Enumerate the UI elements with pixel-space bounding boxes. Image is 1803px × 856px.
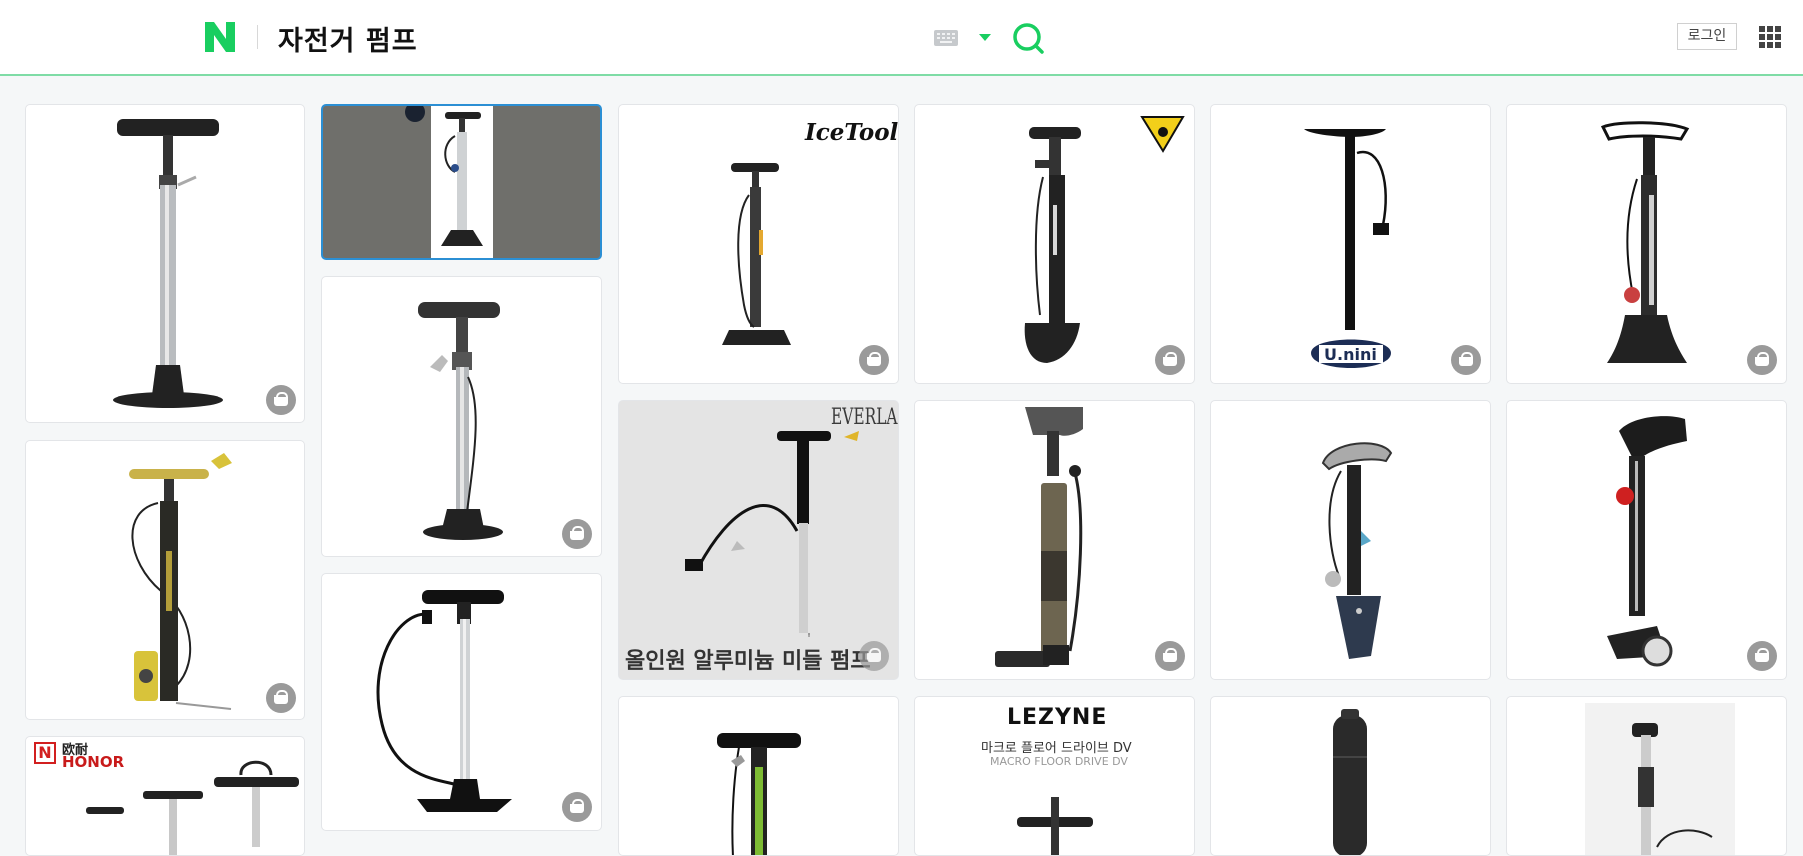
floor-pump-image <box>717 733 801 855</box>
floor-pump-image <box>1017 797 1093 855</box>
grid-menu-icon[interactable] <box>1759 26 1781 48</box>
login-button[interactable]: 로그인 <box>1677 23 1737 50</box>
floor-pump-image <box>722 163 791 345</box>
shopping-basket-icon[interactable] <box>1155 345 1185 375</box>
divider <box>257 25 258 49</box>
image-result-card[interactable]: LEZYNE 마크로 플로어 드라이브 DV MACRO FLOOR DRIVE… <box>914 696 1195 856</box>
keyboard-icon[interactable] <box>934 30 958 46</box>
floor-pump-image <box>1607 416 1687 667</box>
floor-pump-image <box>1333 709 1367 855</box>
naver-logo[interactable] <box>205 22 235 52</box>
shopping-basket-icon[interactable] <box>1155 641 1185 671</box>
pump-set-image <box>86 760 299 855</box>
image-result-card-selected[interactable] <box>321 104 602 260</box>
image-result-card[interactable] <box>25 440 305 720</box>
floor-pump-image <box>1585 703 1735 855</box>
top-bar: 자전거 펌프 로그인 <box>0 0 1803 76</box>
image-result-card[interactable] <box>1210 400 1491 680</box>
image-result-card[interactable] <box>1506 104 1787 384</box>
image-result-card[interactable] <box>618 696 899 856</box>
shopping-basket-icon[interactable] <box>1747 345 1777 375</box>
image-result-card[interactable] <box>25 104 305 423</box>
floor-pump-image <box>1024 116 1185 363</box>
floor-pump-image <box>418 302 503 540</box>
image-result-card[interactable] <box>914 400 1195 680</box>
image-result-card[interactable]: N 欧耐 HONOR <box>25 736 305 856</box>
floor-pump-image <box>405 106 493 258</box>
brand-logo: U.nini <box>1324 345 1377 364</box>
floor-pump-image <box>129 453 232 710</box>
shopping-basket-icon[interactable] <box>266 683 296 713</box>
image-overlay-caption: 올인원 알루미늄 미들 펌프 <box>625 649 871 674</box>
image-result-card[interactable] <box>1506 696 1787 856</box>
image-result-card[interactable] <box>321 573 602 831</box>
floor-pump-image <box>113 119 223 408</box>
image-result-card[interactable] <box>1210 696 1491 856</box>
image-result-card[interactable] <box>1506 400 1787 680</box>
shopping-basket-icon[interactable] <box>266 385 296 415</box>
floor-pump-image <box>1600 121 1690 363</box>
image-result-card[interactable] <box>914 104 1195 384</box>
shopping-basket-icon[interactable] <box>1451 345 1481 375</box>
image-result-card[interactable]: EVERLAST 올인원 알루미늄 미들 펌프 <box>618 400 899 680</box>
floor-pump-image <box>376 590 512 812</box>
floor-pump-image <box>1321 442 1393 659</box>
shopping-basket-icon[interactable] <box>859 641 889 671</box>
image-result-card[interactable] <box>321 276 602 557</box>
search-query[interactable]: 자전거 펌프 <box>278 19 418 58</box>
floor-pump-image <box>995 407 1083 667</box>
image-result-card[interactable]: U.nini <box>1210 104 1491 384</box>
search-icon[interactable] <box>1010 20 1046 56</box>
floor-pump-image <box>1304 129 1391 368</box>
floor-pump-image <box>685 431 859 637</box>
image-result-card[interactable]: IceToolz <box>618 104 899 384</box>
shopping-basket-icon[interactable] <box>562 519 592 549</box>
caret-down-icon[interactable] <box>979 34 991 41</box>
shopping-basket-icon[interactable] <box>1747 641 1777 671</box>
shopping-basket-icon[interactable] <box>562 792 592 822</box>
shopping-basket-icon[interactable] <box>859 345 889 375</box>
